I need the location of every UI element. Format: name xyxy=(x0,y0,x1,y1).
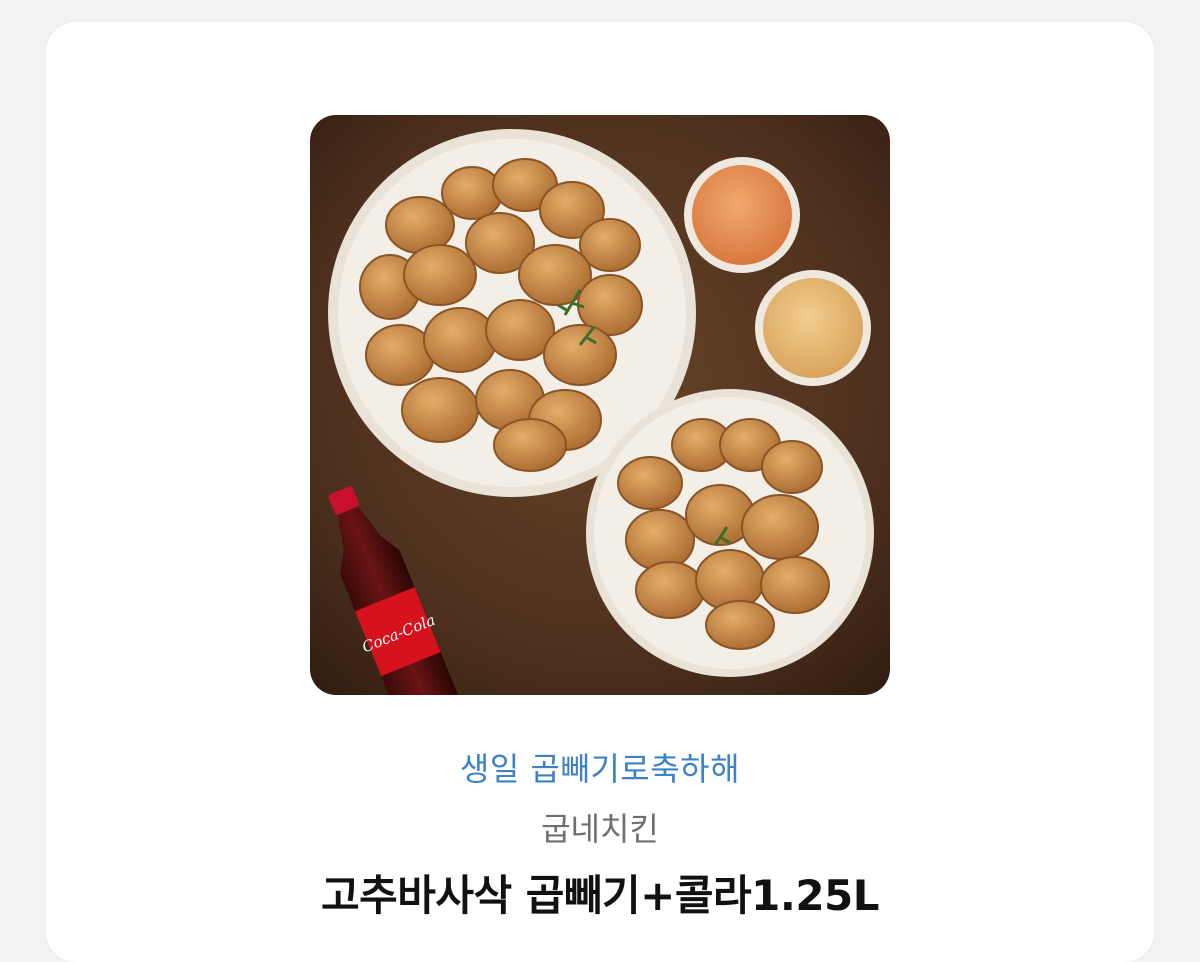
product-image: Coca-Cola xyxy=(310,115,890,695)
gift-card: Coca-Cola 생일 곱빼기로축하해 굽네치킨 고추바사삭 곱빼기+콜라1.… xyxy=(46,22,1154,962)
orange-sauce-cup xyxy=(684,157,800,273)
honey-mustard-sauce-cup xyxy=(755,270,871,386)
brand-name: 굽네치킨 xyxy=(541,810,659,848)
small-chicken-plate xyxy=(586,389,874,677)
product-name: 고추바사삭 곱빼기+콜라1.25L xyxy=(320,871,880,920)
gift-message: 생일 곱빼기로축하해 xyxy=(459,750,741,788)
